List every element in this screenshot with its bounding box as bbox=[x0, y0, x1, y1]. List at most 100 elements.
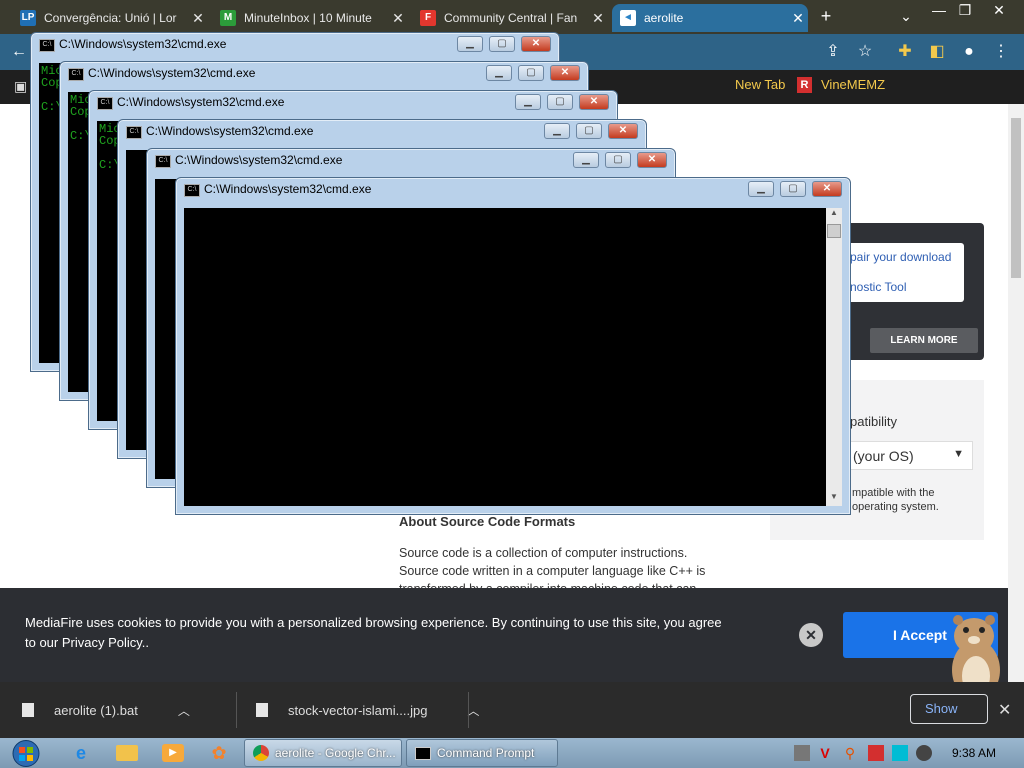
cmd-app-icon bbox=[415, 746, 431, 760]
minimize-button[interactable]: ▁ bbox=[457, 36, 483, 52]
bookmark-star-icon[interactable]: ☆ bbox=[854, 41, 876, 63]
tab-title: aerolite bbox=[644, 11, 684, 25]
new-tab-button[interactable]: + bbox=[816, 6, 836, 26]
console-output[interactable] bbox=[184, 208, 826, 506]
close-button[interactable]: ✕ bbox=[812, 181, 842, 197]
close-button[interactable]: ✕ bbox=[608, 123, 638, 139]
tray-volume-icon[interactable] bbox=[916, 745, 932, 761]
about-heading: About Source Code Formats bbox=[399, 514, 576, 529]
tray-network-icon[interactable] bbox=[794, 745, 810, 761]
cookie-message: MediaFire uses cookies to provide you wi… bbox=[25, 615, 722, 650]
tab-title: Convergência: Unió | Lor bbox=[44, 11, 177, 25]
tab-convergencia[interactable]: LP Convergência: Unió | Lor ✕ bbox=[12, 4, 208, 32]
scroll-thumb[interactable] bbox=[827, 224, 841, 238]
maximize-button[interactable]: ▢ bbox=[605, 152, 631, 168]
download-filename: aerolite (1).bat bbox=[54, 702, 138, 718]
tab-minuteinbox[interactable]: M MinuteInbox | 10 Minute ✕ bbox=[212, 4, 408, 32]
scroll-up-icon[interactable]: ▲ bbox=[826, 208, 842, 222]
console-scrollbar[interactable]: ▲▼ bbox=[826, 208, 842, 506]
close-shelf-icon[interactable]: ✕ bbox=[998, 700, 1011, 720]
close-button[interactable]: ✕ bbox=[521, 36, 551, 52]
tab-close-icon[interactable]: ✕ bbox=[788, 10, 808, 27]
maximize-button[interactable]: ▢ bbox=[780, 181, 806, 197]
minimize-button[interactable]: ▁ bbox=[544, 123, 570, 139]
maximize-button[interactable]: ▢ bbox=[576, 123, 602, 139]
vinememz-favicon-icon: R bbox=[797, 77, 812, 93]
show-all-downloads-button[interactable]: Show bbox=[910, 694, 988, 724]
download-item-jpg[interactable]: stock-vector-islami....jpg ︿ bbox=[256, 682, 479, 738]
minimize-button[interactable]: ▁ bbox=[748, 181, 774, 197]
close-button[interactable]: ✕ bbox=[637, 152, 667, 168]
share-icon[interactable]: ⇪ bbox=[822, 41, 844, 63]
tab-title: Community Central | Fan bbox=[444, 11, 578, 25]
download-item-bat[interactable]: aerolite (1).bat ︿ bbox=[22, 682, 190, 738]
back-arrow-icon[interactable]: ← bbox=[8, 41, 30, 63]
minimize-button[interactable]: ▁ bbox=[515, 94, 541, 110]
cmd-app-icon: C:\ bbox=[39, 39, 55, 52]
bookmark-new-tab[interactable]: New Tab bbox=[735, 77, 785, 92]
tab-title: MinuteInbox | 10 Minute bbox=[244, 11, 372, 25]
side-panel-icon[interactable]: ◧ bbox=[926, 41, 948, 63]
internet-explorer-icon[interactable]: e bbox=[70, 742, 92, 764]
repair-download-link[interactable]: pair your download bbox=[850, 250, 951, 264]
maximize-button[interactable]: ▢ bbox=[489, 36, 515, 52]
minimize-window-button[interactable]: — bbox=[928, 0, 950, 20]
taskbar-cmd-button[interactable]: Command Prompt bbox=[406, 739, 558, 767]
bookmark-vinememz[interactable]: VineMEMZ bbox=[821, 77, 885, 92]
cmd-app-icon: C:\ bbox=[97, 97, 113, 110]
tab-aerolite[interactable]: ◄ aerolite ✕ bbox=[612, 4, 808, 32]
tab-community-central[interactable]: F Community Central | Fan ✕ bbox=[412, 4, 608, 32]
minimize-button[interactable]: ▁ bbox=[486, 65, 512, 81]
cmd-window-title: C:\Windows\system32\cmd.exe bbox=[175, 153, 343, 167]
tray-monitor-icon[interactable] bbox=[892, 745, 908, 761]
explorer-folder-icon[interactable] bbox=[116, 745, 138, 761]
cmd-window-title: C:\Windows\system32\cmd.exe bbox=[146, 124, 314, 138]
cmd-window-title: C:\Windows\system32\cmd.exe bbox=[204, 182, 372, 196]
file-icon bbox=[22, 703, 34, 717]
taskbar-label: aerolite - Google Chr... bbox=[275, 746, 396, 760]
image-file-icon bbox=[256, 703, 268, 717]
cmd-app-icon: C:\ bbox=[155, 155, 171, 168]
tab-close-icon[interactable]: ✕ bbox=[588, 10, 608, 27]
os-select-value: (your OS) bbox=[853, 448, 914, 464]
tab-close-icon[interactable]: ✕ bbox=[388, 10, 408, 27]
aerolite-favicon-icon: ◄ bbox=[620, 10, 636, 26]
tray-search-icon[interactable]: ⚲ bbox=[842, 745, 858, 761]
maximize-button[interactable]: ▢ bbox=[547, 94, 573, 110]
menu-kebab-icon[interactable]: ⋮ bbox=[990, 41, 1012, 63]
downloads-shelf: aerolite (1).bat ︿ stock-vector-islami..… bbox=[0, 682, 1024, 738]
extensions-puzzle-icon[interactable]: ✚ bbox=[894, 41, 916, 63]
close-button[interactable]: ✕ bbox=[579, 94, 609, 110]
learn-more-button[interactable]: LEARN MORE bbox=[870, 328, 978, 353]
taskbar-clock[interactable]: 9:38 AM bbox=[952, 746, 996, 760]
cmd-app-icon: C:\ bbox=[126, 126, 142, 139]
paint-icon[interactable]: ✿ bbox=[208, 742, 230, 764]
profile-avatar-icon[interactable]: ● bbox=[958, 41, 980, 63]
cmd-window-6[interactable]: C:\ C:\Windows\system32\cmd.exe ▁ ▢ ✕ ▲ ▼ bbox=[175, 177, 851, 515]
minimize-button[interactable]: ▁ bbox=[573, 152, 599, 168]
start-orb-icon[interactable] bbox=[6, 739, 46, 768]
chevron-up-icon[interactable]: ︿ bbox=[178, 702, 190, 719]
chevron-up-icon[interactable]: ︿ bbox=[467, 702, 479, 719]
tray-v-icon[interactable]: V bbox=[817, 745, 833, 761]
apps-bag-icon[interactable]: ▣ bbox=[14, 78, 30, 94]
restore-window-button[interactable]: ❐ bbox=[954, 0, 976, 20]
compatibility-note: mpatible with the operating system. bbox=[852, 487, 939, 513]
diagnostic-tool-link[interactable]: nostic Tool bbox=[850, 280, 906, 294]
scrollbar-thumb[interactable] bbox=[1011, 118, 1021, 278]
taskbar-chrome-button[interactable]: aerolite - Google Chr... bbox=[244, 739, 402, 767]
tab-close-icon[interactable]: ✕ bbox=[188, 10, 208, 27]
tray-flag-icon[interactable] bbox=[868, 745, 884, 761]
cmd-app-icon: C:\ bbox=[68, 68, 84, 81]
cookie-close-button[interactable]: ✕ bbox=[799, 623, 823, 647]
os-select-dropdown[interactable]: (your OS) ▼ bbox=[848, 441, 973, 470]
scroll-down-icon[interactable]: ▼ bbox=[826, 492, 842, 506]
media-player-icon[interactable]: ▶ bbox=[162, 744, 184, 762]
page-scrollbar[interactable] bbox=[1008, 104, 1024, 682]
taskbar-label: Command Prompt bbox=[437, 746, 535, 760]
close-button[interactable]: ✕ bbox=[550, 65, 580, 81]
tab-search-chevron-icon[interactable]: ⌄ bbox=[898, 6, 914, 26]
close-window-button[interactable]: ✕ bbox=[986, 0, 1012, 20]
caret-down-icon: ▼ bbox=[953, 448, 964, 460]
maximize-button[interactable]: ▢ bbox=[518, 65, 544, 81]
